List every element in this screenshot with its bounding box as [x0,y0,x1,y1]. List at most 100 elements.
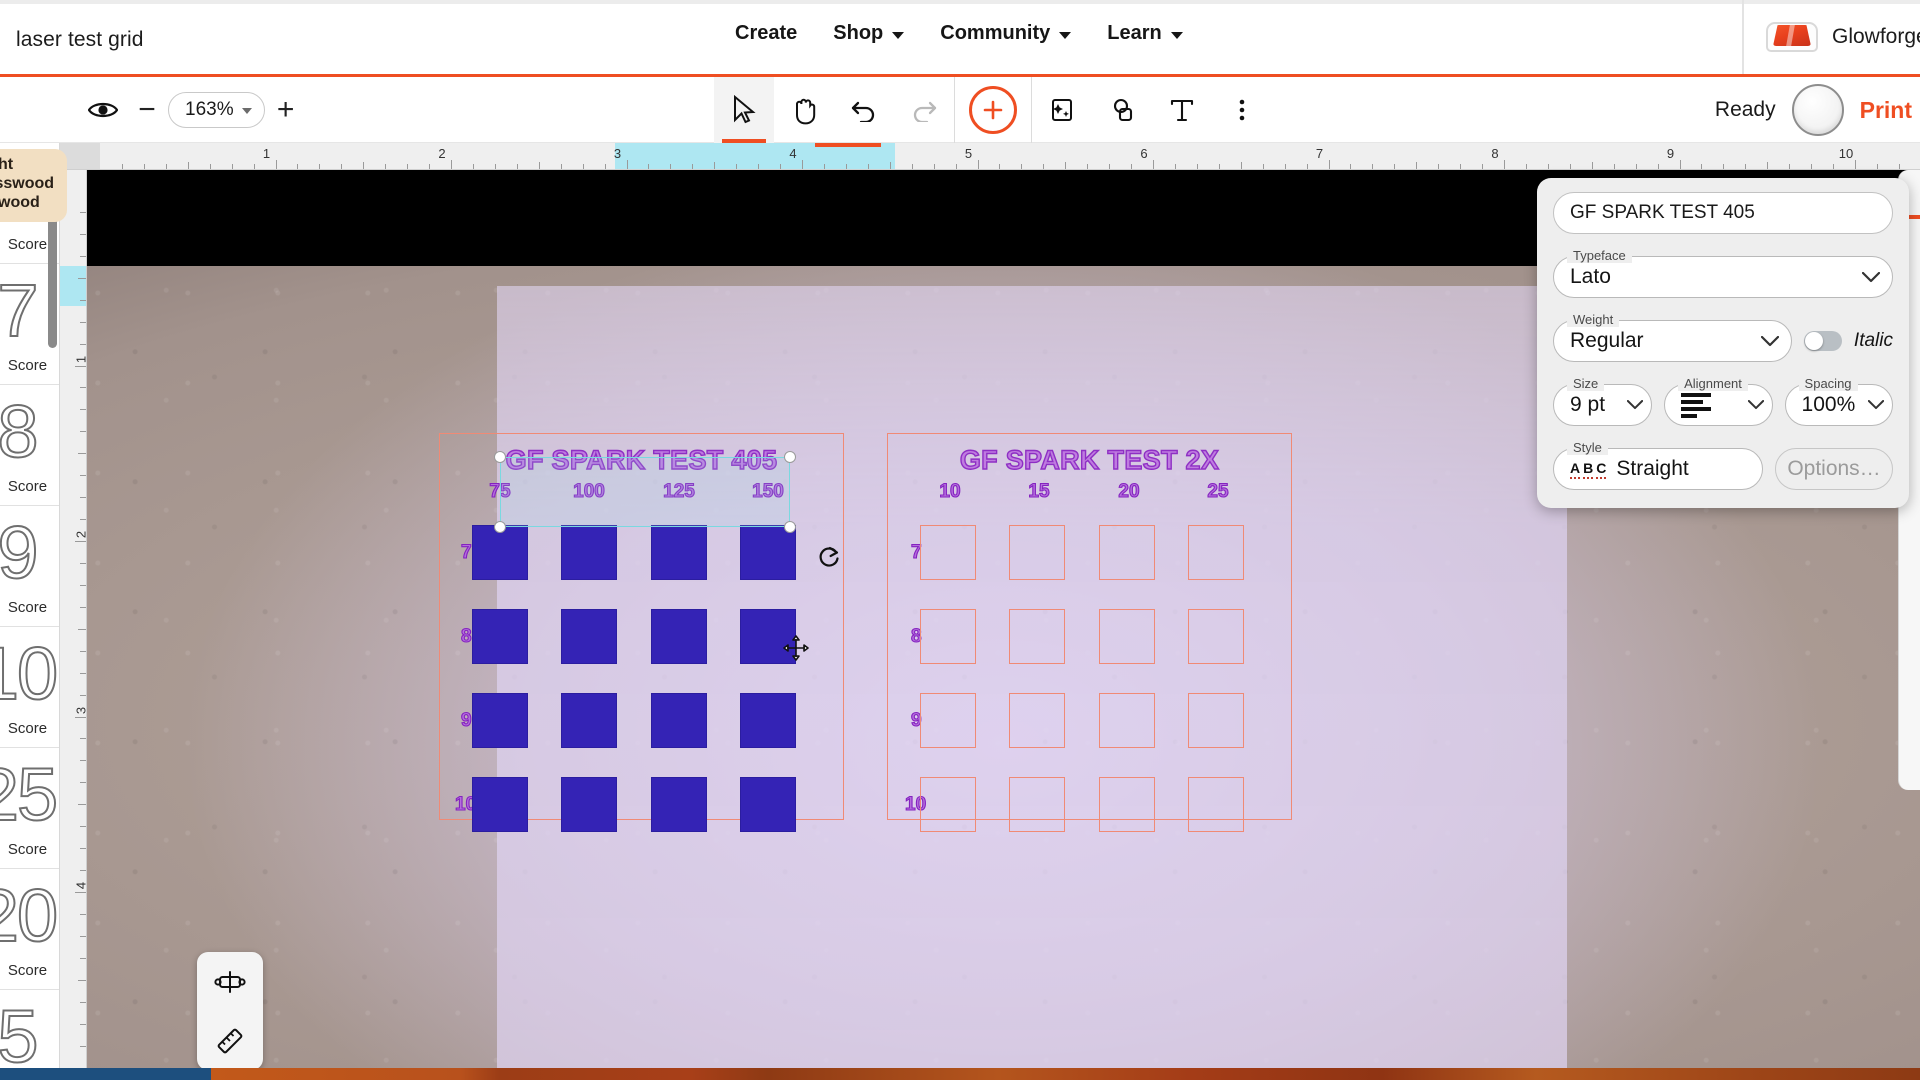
ruler-major-tick [75,541,86,542]
grid-cell[interactable] [472,777,528,832]
nav-item-learn[interactable]: Learn [1107,22,1183,45]
ruler-minor-tick [297,164,299,169]
grid-cell[interactable] [561,693,617,748]
resize-handle-top-left[interactable] [494,451,506,463]
text-tool-button[interactable] [1152,77,1212,143]
grid-cell[interactable] [920,609,976,664]
artwork-right-grid[interactable]: GF SPARK TEST 2X 10 15 20 25 7 8 9 10 [887,433,1292,832]
grid-cell[interactable] [1099,525,1155,580]
list-item[interactable]: 10 Score [0,627,59,748]
horizontal-ruler[interactable]: 1 2 3 4 5 6 7 8 9 10 [60,143,1920,170]
list-item[interactable]: 20 Score [0,869,59,990]
grid-cell[interactable] [561,525,617,580]
typeface-select[interactable]: Typeface Lato [1553,248,1893,298]
grid-cell[interactable] [561,777,617,832]
weight-select[interactable]: Weight Regular [1553,312,1792,362]
vertical-ruler[interactable]: 1 2 3 4 [60,170,87,1080]
ruler-minor-tick [187,162,189,169]
size-select[interactable]: Size 9 pt [1553,376,1653,426]
resize-handle-top-right[interactable] [784,451,796,463]
ruler-minor-tick [209,164,211,169]
grid-cell[interactable] [740,693,796,748]
print-status-knob[interactable] [1791,84,1844,136]
grid-cell[interactable] [1099,693,1155,748]
size-alignment-spacing-row: Size 9 pt Alignment Spacing 100% [1553,376,1893,426]
magic-canvas-button[interactable] [1032,77,1092,143]
list-item[interactable]: 5 Score [0,990,59,1080]
zoom-in-button[interactable]: + [265,87,307,133]
grid-cell[interactable] [472,609,528,664]
grid-cell[interactable] [920,525,976,580]
nav-item-create[interactable]: Create [735,22,797,45]
text-selection-box[interactable] [500,457,790,527]
layer-thumbnail: 8 [0,389,58,473]
ruler-minor-tick [80,409,86,411]
redo-button[interactable] [894,77,954,143]
ruler-label: 8 [1491,146,1499,161]
grid-cell[interactable] [740,525,796,580]
grid-cell[interactable] [561,609,617,664]
visibility-toggle-button[interactable] [80,87,126,133]
grid-cell[interactable] [1099,609,1155,664]
grid-cell[interactable] [1009,693,1065,748]
glowforge-app-window: laser test grid Create Shop Community Le… [0,0,1920,1080]
rotate-handle[interactable] [817,545,845,573]
grid-cell[interactable] [1188,609,1244,664]
grid-cell[interactable] [920,693,976,748]
layer-thumbnail: 9 [0,510,58,594]
style-value: Straight [1616,457,1689,480]
grid-cell[interactable] [1188,777,1244,832]
list-item[interactable]: 8 Score [0,385,59,506]
grid-cell[interactable] [472,525,528,580]
grid-cell[interactable] [651,525,707,580]
grid-cell[interactable] [1188,525,1244,580]
document-title[interactable]: laser test grid [16,28,144,52]
resize-handle-bottom-right[interactable] [784,521,796,533]
options-button[interactable]: Options… [1775,448,1893,490]
ruler-minor-tick [80,738,86,740]
grid-cell[interactable] [920,777,976,832]
grid-cell[interactable] [651,777,707,832]
grid-cell[interactable] [740,777,796,832]
material-label-chip[interactable]: Light Basswood Plywood [0,149,67,222]
ruler-minor-tick [80,562,86,564]
text-content-input[interactable] [1553,192,1893,234]
ruler-major-tick [802,160,803,169]
nav-item-community[interactable]: Community [940,22,1072,45]
ruler-minor-tick [1416,162,1418,169]
list-item[interactable]: 25 Score [0,748,59,869]
ruler-minor-tick [1569,164,1571,169]
ruler-label: 9 [1666,146,1675,161]
resize-handle-bottom-left[interactable] [494,521,506,533]
print-button[interactable]: Print [1860,97,1912,124]
alignment-select[interactable]: Alignment [1664,376,1773,426]
grid-cell[interactable] [1009,609,1065,664]
grid-cell[interactable] [1009,777,1065,832]
more-options-button[interactable] [1212,77,1272,143]
pan-tool-button[interactable] [774,77,834,143]
grid-cell[interactable] [1099,777,1155,832]
layer-thumb-text: 25 [0,752,58,836]
undo-button[interactable] [834,77,894,143]
style-select[interactable]: Style ABC Straight [1553,440,1763,490]
right-grid-title[interactable]: GF SPARK TEST 2X [887,444,1292,476]
spacing-select[interactable]: Spacing 100% [1784,376,1893,426]
select-tool-button[interactable] [714,77,774,143]
grid-cell[interactable] [651,693,707,748]
shapes-button[interactable] [1092,77,1152,143]
nav-item-shop[interactable]: Shop [833,22,905,45]
zoom-level-select[interactable]: 163% [168,92,265,128]
redo-arrow-icon [913,101,937,122]
align-tool-button[interactable] [207,959,253,1005]
grid-cell[interactable] [651,609,707,664]
measure-tool-button[interactable] [207,1018,253,1064]
add-artwork-button[interactable] [954,77,1032,143]
zoom-out-button[interactable]: − [126,87,168,133]
list-item[interactable]: 9 Score [0,506,59,627]
grid-cell[interactable] [472,693,528,748]
ruler-major-tick [1153,160,1154,169]
italic-toggle[interactable] [1803,331,1842,351]
grid-cell[interactable] [1009,525,1065,580]
grid-cell[interactable] [1188,693,1244,748]
account-area[interactable]: Glowforge Spa [1742,0,1920,74]
